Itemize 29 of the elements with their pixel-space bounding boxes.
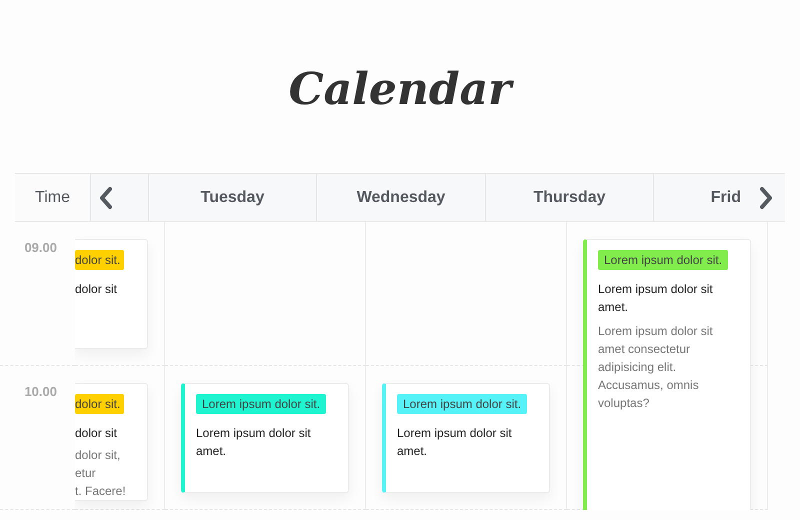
event-title: Lorem ipsum dolor sit amet. (598, 281, 714, 316)
event-card[interactable]: dolor sit. dolor sit (75, 239, 148, 349)
event-description: dolor sit, etur t. Facere! (75, 447, 126, 500)
event-card[interactable]: dolor sit. dolor sit dolor sit, etur t. Facere! (75, 383, 148, 501)
day-heading: Wednesday (356, 188, 446, 206)
event-description: Lorem ipsum dolor sit amet consectetur adipisicing elit. Accusamus, omnis voluptas? (598, 323, 714, 412)
event-tag: Lorem ipsum dolor sit. (397, 394, 528, 414)
event-card[interactable]: Lorem ipsum dolor sit. Lorem ipsum dolor sit amet. (181, 383, 349, 493)
time-label: 09.00 (24, 240, 57, 257)
event-tag: Lorem ipsum dolor sit. (598, 250, 728, 270)
previous-button[interactable] (98, 186, 112, 210)
next-button[interactable] (759, 186, 773, 210)
event-tag: dolor sit. (75, 250, 124, 270)
event-tag: dolor sit. (75, 394, 124, 414)
event-card[interactable]: Lorem ipsum dolor sit. Lorem ipsum dolor sit amet. (382, 383, 550, 493)
event-title: Lorem ipsum dolor sit amet. (397, 425, 513, 460)
day-heading: Frid (710, 188, 741, 206)
event-title: dolor sit (75, 425, 118, 442)
day-heading: Thursday (533, 188, 606, 206)
chevron-right-icon (759, 186, 773, 210)
day-heading: Tuesday (200, 188, 264, 206)
time-label: 10.00 (24, 384, 57, 401)
event-card[interactable]: Lorem ipsum dolor sit. Lorem ipsum dolor sit amet. Lorem ipsum dolor sit amet consectetur adipisicing elit. Accusamus, omnis voluptas? (583, 239, 751, 510)
chevron-left-icon (98, 186, 112, 210)
event-title: dolor sit (75, 281, 118, 298)
event-title: Lorem ipsum dolor sit amet. (196, 425, 312, 460)
event-tag: Lorem ipsum dolor sit. (196, 394, 326, 414)
time-heading: Time (35, 188, 70, 206)
page-title: Calendar (0, 0, 800, 173)
